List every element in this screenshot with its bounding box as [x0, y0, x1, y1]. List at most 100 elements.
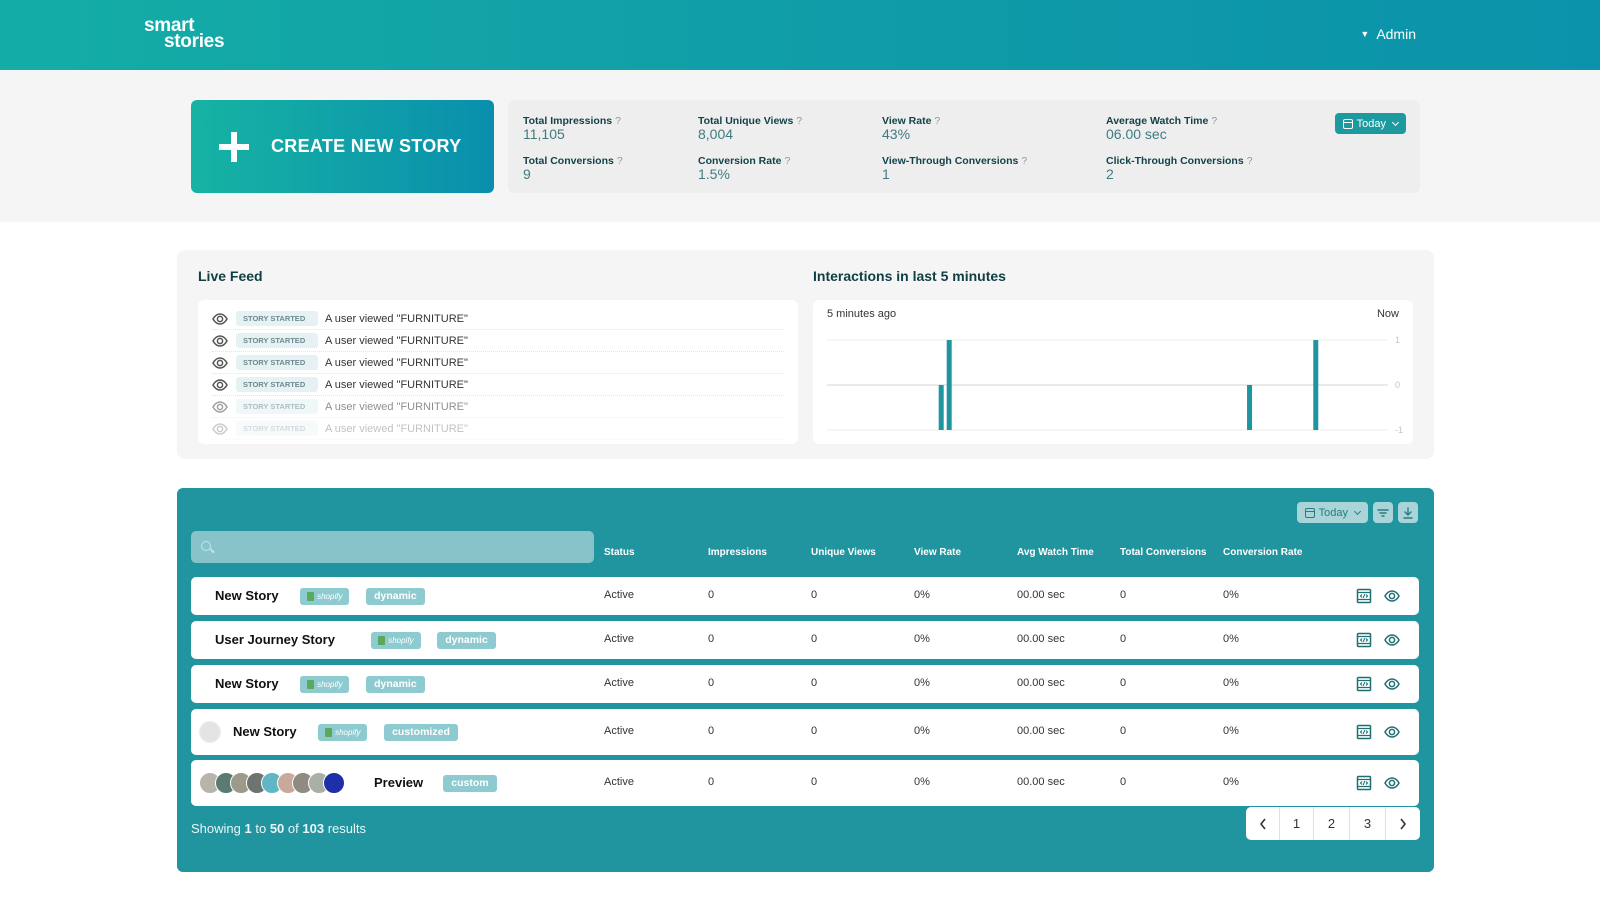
chart-bar[interactable]: [938, 385, 944, 430]
page-button-2[interactable]: 2: [1314, 807, 1350, 840]
page-button-1[interactable]: 1: [1280, 807, 1314, 840]
column-header-conversion-rate[interactable]: Conversion Rate: [1223, 547, 1302, 558]
stat-label: View-Through Conversions: [882, 155, 1019, 167]
feed-item-tag: STORY STARTED: [236, 311, 318, 326]
column-header-impressions[interactable]: Impressions: [708, 547, 767, 558]
stat-view-through-conversions: View-Through Conversions? 1: [882, 155, 1027, 182]
cell-unique-views: 0: [811, 725, 818, 737]
column-header-status[interactable]: Status: [604, 547, 635, 558]
showing-from: 1: [244, 821, 252, 836]
next-page-button[interactable]: [1386, 807, 1420, 840]
story-name[interactable]: Preview: [374, 775, 423, 790]
cell-unique-views: 0: [811, 776, 818, 788]
column-header-total-conversions[interactable]: Total Conversions: [1120, 547, 1207, 558]
stories-table: Today Status Impressions Unique Views Vi…: [177, 488, 1434, 872]
cell-impressions: 0: [708, 677, 715, 689]
feed-item-tag: STORY STARTED: [236, 377, 318, 392]
preview-eye-icon[interactable]: [1384, 588, 1400, 604]
preview-eye-icon[interactable]: [1384, 724, 1400, 740]
embed-code-icon[interactable]: [1356, 724, 1372, 740]
story-type-badge: customized: [384, 723, 458, 741]
badge-label: shopify: [317, 591, 343, 601]
stat-label: Total Conversions: [523, 155, 614, 167]
user-menu[interactable]: ▼ Admin: [1360, 26, 1416, 42]
showing-of-word: of: [287, 821, 299, 836]
chart-bar[interactable]: [946, 340, 952, 430]
embed-code-icon[interactable]: [1356, 676, 1372, 692]
embed-code-icon[interactable]: [1356, 632, 1372, 648]
stat-label: Click-Through Conversions: [1106, 155, 1244, 167]
preview-eye-icon[interactable]: [1384, 775, 1400, 791]
logo[interactable]: smart stories: [144, 16, 225, 52]
table-row[interactable]: Preview custom Active 0 0 0% 00.00 sec 0 0%: [191, 760, 1419, 806]
live-feed-list[interactable]: STORY STARTED A user viewed "FURNITURE" …: [198, 300, 798, 444]
table-date-filter[interactable]: Today: [1296, 502, 1368, 523]
search-input[interactable]: [191, 531, 594, 563]
help-icon[interactable]: ?: [934, 115, 940, 127]
chart-bar[interactable]: [1313, 340, 1319, 430]
help-icon[interactable]: ?: [796, 115, 802, 127]
filter-button[interactable]: [1373, 502, 1393, 523]
cell-view-rate: 0%: [914, 776, 930, 788]
stats-date-filter[interactable]: Today: [1334, 113, 1406, 134]
chart-bar[interactable]: [1247, 385, 1253, 430]
eye-icon: [212, 399, 228, 415]
story-type-badge: dynamic: [437, 631, 496, 649]
column-header-avg-watch-time[interactable]: Avg Watch Time: [1017, 547, 1094, 558]
cell-conversion-rate: 0%: [1223, 589, 1239, 601]
help-icon[interactable]: ?: [617, 155, 623, 167]
feed-item-message: A user viewed "FURNITURE": [325, 400, 468, 413]
cell-status: Active: [604, 633, 634, 645]
feed-item: STORY STARTED A user viewed "FURNITURE": [212, 374, 784, 396]
preview-eye-icon[interactable]: [1384, 676, 1400, 692]
showing-prefix: Showing: [191, 821, 241, 836]
download-button[interactable]: [1398, 502, 1418, 523]
stat-value: 2: [1106, 166, 1114, 182]
cell-view-rate: 0%: [914, 725, 930, 737]
feed-item-message: A user viewed "FURNITURE": [325, 378, 468, 391]
table-row[interactable]: New Story shopify dynamic Active 0 0 0% 00.00 s…: [191, 577, 1419, 615]
embed-code-icon[interactable]: [1356, 588, 1372, 604]
create-new-story-button[interactable]: CREATE NEW STORY: [191, 100, 494, 193]
help-icon[interactable]: ?: [1247, 155, 1253, 167]
cell-unique-views: 0: [811, 589, 818, 601]
help-icon[interactable]: ?: [784, 155, 790, 167]
date-filter-label: Today: [1356, 117, 1386, 130]
feed-item-message: A user viewed "FURNITURE": [325, 334, 468, 347]
shopify-bag-icon: [307, 591, 315, 601]
preview-eye-icon[interactable]: [1384, 632, 1400, 648]
showing-suffix: results: [327, 821, 367, 836]
help-icon[interactable]: ?: [1021, 155, 1027, 167]
cell-total-conversions: 0: [1120, 725, 1127, 737]
chevron-down-icon: [1391, 118, 1400, 126]
stat-value: 06.00 sec: [1106, 126, 1167, 142]
table-row[interactable]: User Journey Story shopify dynamic Active 0 0…: [191, 621, 1419, 659]
table-row[interactable]: New Story shopify customized Active 0 0 0% 00.0…: [191, 709, 1419, 755]
table-row[interactable]: New Story shopify dynamic Active 0 0 0% 00.00 s…: [191, 665, 1419, 703]
cell-status: Active: [604, 677, 634, 689]
logo-line-2: stories: [164, 31, 225, 52]
story-name[interactable]: User Journey Story: [215, 632, 335, 647]
story-name[interactable]: New Story: [233, 724, 297, 739]
story-name[interactable]: New Story: [215, 588, 279, 603]
stat-value: 11,105: [523, 126, 565, 142]
feed-item: STORY STARTED A user viewed "FURNITURE": [212, 396, 784, 418]
embed-code-icon[interactable]: [1356, 775, 1372, 791]
prev-page-button[interactable]: [1246, 807, 1280, 840]
eye-icon: [212, 377, 228, 393]
showing-to: 50: [269, 821, 285, 836]
story-thumbnail: [199, 721, 221, 743]
cell-total-conversions: 0: [1120, 589, 1127, 601]
cell-impressions: 0: [708, 633, 715, 645]
column-header-view-rate[interactable]: View Rate: [914, 547, 961, 558]
story-name[interactable]: New Story: [215, 676, 279, 691]
help-icon[interactable]: ?: [615, 115, 621, 127]
help-icon[interactable]: ?: [1211, 115, 1217, 127]
story-type-badge: dynamic: [366, 587, 425, 605]
cell-conversion-rate: 0%: [1223, 725, 1239, 737]
column-header-unique-views[interactable]: Unique Views: [811, 547, 876, 558]
page-button-3[interactable]: 3: [1350, 807, 1386, 840]
feed-item: STORY STARTED A user viewed "FURNITURE": [212, 418, 784, 440]
eye-icon: [212, 355, 228, 371]
y-tick-label: -1: [1395, 425, 1403, 435]
